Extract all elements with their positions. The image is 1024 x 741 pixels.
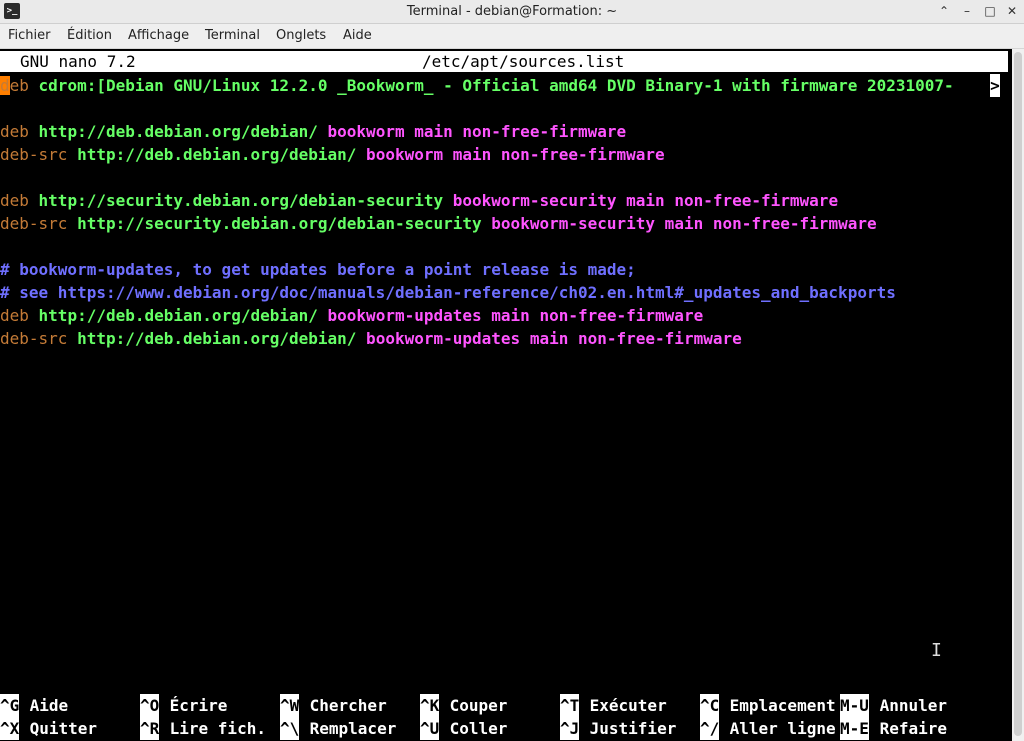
menu-aide[interactable]: Aide bbox=[343, 24, 372, 48]
shortcut-label[interactable]: Annuler bbox=[870, 694, 947, 717]
nano-filename: /etc/apt/sources.list bbox=[422, 52, 625, 71]
shortcut-label[interactable]: Lire fich. bbox=[160, 717, 266, 740]
shortcut-label[interactable]: Remplacer bbox=[300, 717, 397, 740]
menu-fichier[interactable]: Fichier bbox=[8, 24, 51, 48]
terminal-area[interactable]: GNU nano 7.2 /etc/apt/sources.list deb c… bbox=[0, 49, 1012, 741]
shortcut-label[interactable]: Quitter bbox=[20, 717, 97, 740]
shortcut-label[interactable]: Aide bbox=[20, 694, 69, 717]
shortcut-key[interactable]: ^C bbox=[700, 694, 720, 717]
editor-line: # bookworm-updates, to get updates befor… bbox=[0, 258, 636, 281]
editor-line: # see https://www.debian.org/doc/manuals… bbox=[0, 281, 896, 304]
repo-url: http://security.debian.org/debian-securi… bbox=[28, 191, 444, 210]
comment-text: # bookworm-updates, to get updates befor… bbox=[0, 260, 636, 279]
window-title: Terminal - debian@Formation: ~ bbox=[406, 4, 618, 19]
menu-onglets[interactable]: Onglets bbox=[276, 24, 326, 48]
terminal-scrollbar[interactable] bbox=[1012, 49, 1024, 741]
editor-line: deb http://deb.debian.org/debian/ bookwo… bbox=[0, 304, 703, 327]
nano-version: GNU nano 7.2 bbox=[20, 52, 136, 71]
menu-edition[interactable]: Édition bbox=[67, 24, 112, 48]
editor-line: deb http://deb.debian.org/debian/ bookwo… bbox=[0, 120, 626, 143]
editor-line: deb-src http://security.debian.org/debia… bbox=[0, 212, 877, 235]
shortcut-key[interactable]: M-U bbox=[840, 694, 869, 717]
shortcut-key[interactable]: ^R bbox=[140, 717, 160, 740]
editor-line: deb-src http://deb.debian.org/debian/ bo… bbox=[0, 143, 665, 166]
shortcut-label[interactable]: Coller bbox=[440, 717, 508, 740]
shortcut-key[interactable]: ^J bbox=[560, 717, 580, 740]
menu-affichage[interactable]: Affichage bbox=[128, 24, 189, 48]
shortcut-label[interactable]: Refaire bbox=[870, 717, 947, 740]
shortcut-key[interactable]: ^T bbox=[560, 694, 580, 717]
shortcut-label[interactable]: Emplacement bbox=[720, 694, 836, 717]
maximize-window-button[interactable]: □ bbox=[980, 2, 1000, 20]
shortcut-label[interactable]: Couper bbox=[440, 694, 508, 717]
shortcut-key[interactable]: ^X bbox=[0, 717, 20, 740]
repo-components: bookworm-updates main non-free-firmware bbox=[356, 329, 742, 348]
nano-header: GNU nano 7.2 /etc/apt/sources.list bbox=[0, 51, 1008, 72]
shortcut-key[interactable]: ^\ bbox=[280, 717, 300, 740]
keyword-deb: deb bbox=[0, 191, 29, 210]
shortcut-label[interactable]: Chercher bbox=[300, 694, 387, 717]
repo-components: bookworm-security main non-free-firmware bbox=[443, 191, 839, 210]
repo-components: bookworm main non-free-firmware bbox=[356, 145, 665, 164]
scrollbar-thumb[interactable] bbox=[1014, 52, 1022, 736]
repo-url: http://deb.debian.org/debian/ bbox=[28, 122, 318, 141]
keyword-deb-src: deb-src bbox=[0, 145, 68, 164]
keyword-deb-src: deb-src bbox=[0, 214, 68, 233]
repo-url: http://security.debian.org/debian-securi… bbox=[67, 214, 482, 233]
shortcut-label[interactable]: Écrire bbox=[160, 694, 228, 717]
shortcut-key[interactable]: ^K bbox=[420, 694, 440, 717]
mouse-ibeam-cursor: I bbox=[931, 640, 942, 661]
repo-url: http://deb.debian.org/debian/ bbox=[67, 145, 357, 164]
keyword-deb-src: deb-src bbox=[0, 329, 68, 348]
line-continues-marker: > bbox=[990, 74, 1000, 97]
keyword-deb: deb bbox=[0, 306, 29, 325]
keyword-deb: eb bbox=[9, 76, 29, 95]
shade-window-button[interactable]: ⌃ bbox=[934, 2, 954, 20]
editor-line-clip: deb cdrom:[Debian GNU/Linux 12.2.0 _Book… bbox=[0, 74, 990, 97]
cdrom-source: cdrom:[Debian GNU/Linux 12.2.0 _Bookworm… bbox=[28, 76, 954, 95]
shortcut-key[interactable]: ^O bbox=[140, 694, 160, 717]
editor-line: deb-src http://deb.debian.org/debian/ bo… bbox=[0, 327, 742, 350]
text-cursor: d bbox=[0, 76, 10, 95]
repo-components: bookworm-updates main non-free-firmware bbox=[317, 306, 704, 325]
editor-line: deb http://security.debian.org/debian-se… bbox=[0, 189, 838, 212]
comment-text: # see https://www.debian.org/doc/manuals… bbox=[0, 283, 896, 302]
repo-components: bookworm-security main non-free-firmware bbox=[481, 214, 877, 233]
shortcut-key[interactable]: ^U bbox=[420, 717, 440, 740]
shortcut-label[interactable]: Aller ligne bbox=[720, 717, 836, 740]
repo-url: http://deb.debian.org/debian/ bbox=[67, 329, 357, 348]
shortcut-label[interactable]: Justifier bbox=[580, 717, 677, 740]
shortcut-key[interactable]: ^G bbox=[0, 694, 20, 717]
shortcut-key[interactable]: ^W bbox=[280, 694, 300, 717]
repo-url: http://deb.debian.org/debian/ bbox=[28, 306, 318, 325]
minimize-window-button[interactable]: – bbox=[957, 2, 977, 20]
shortcut-label[interactable]: Exécuter bbox=[580, 694, 667, 717]
keyword-deb: deb bbox=[0, 122, 29, 141]
close-window-button[interactable]: ✕ bbox=[1002, 2, 1022, 20]
shortcut-key[interactable]: M-E bbox=[840, 717, 869, 740]
menu-bar: Fichier Édition Affichage Terminal Ongle… bbox=[0, 24, 1024, 49]
window-titlebar: >_ Terminal - debian@Formation: ~ ⌃ – □ … bbox=[0, 0, 1024, 24]
menu-terminal[interactable]: Terminal bbox=[205, 24, 260, 48]
repo-components: bookworm main non-free-firmware bbox=[317, 122, 627, 141]
shortcut-key[interactable]: ^/ bbox=[700, 717, 720, 740]
